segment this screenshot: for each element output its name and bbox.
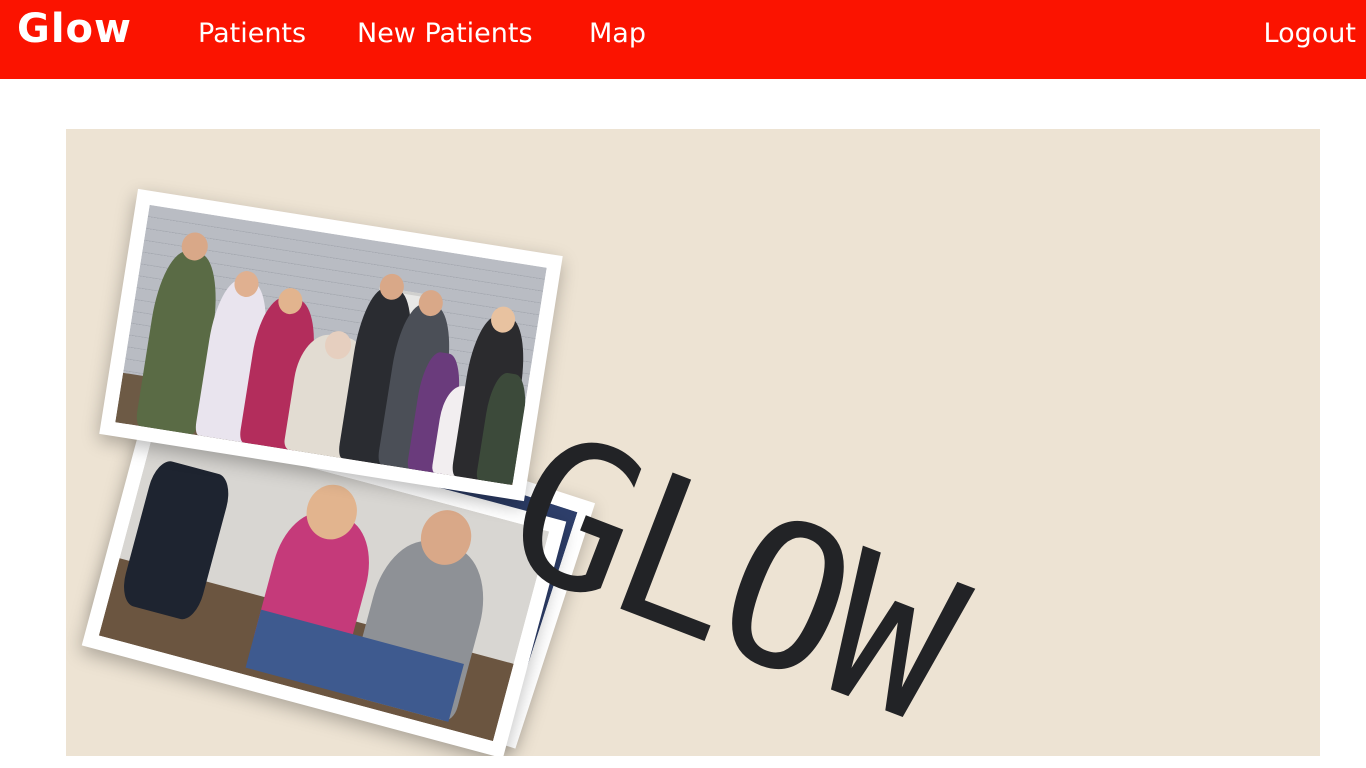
logout-link[interactable]: Logout: [1264, 18, 1356, 49]
nav-link-patients[interactable]: Patients: [198, 18, 306, 49]
family-group-photo-image: [115, 204, 547, 486]
glow-title: GLOW: [478, 388, 982, 756]
brand-logo[interactable]: Glow: [17, 6, 132, 52]
top-navbar: Glow Patients New Patients Map Logout: [0, 0, 1366, 79]
hero-banner: GLOW: [66, 129, 1320, 756]
nav-link-map[interactable]: Map: [589, 18, 646, 49]
nav-link-new-patients[interactable]: New Patients: [357, 18, 533, 49]
